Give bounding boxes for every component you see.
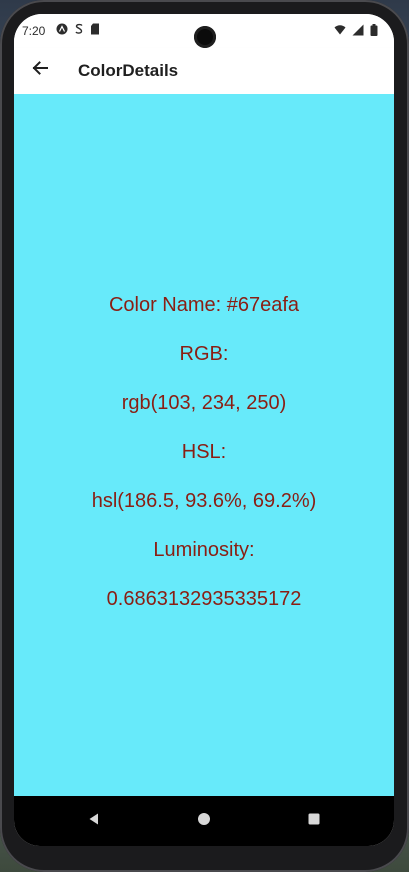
- hsl-value: hsl(186.5, 93.6%, 69.2%): [91, 490, 317, 512]
- home-circle-icon: [197, 812, 211, 831]
- signal-icon: [352, 24, 364, 39]
- nav-home-button[interactable]: [194, 811, 214, 831]
- s-app-icon: [74, 23, 84, 38]
- status-icons-left: [56, 23, 100, 38]
- arrow-back-icon: [31, 59, 49, 82]
- color-details-panel: Color Name: #67eafa RGB: rgb(103, 234, 2…: [14, 94, 394, 796]
- status-icons-right: [334, 24, 378, 39]
- battery-icon: [370, 24, 378, 39]
- color-name-text: Color Name: #67eafa: [108, 294, 300, 316]
- front-camera: [194, 26, 216, 48]
- nav-back-button[interactable]: [84, 811, 104, 831]
- luminosity-label: Luminosity:: [153, 539, 255, 561]
- app-bar: ColorDetails: [14, 48, 394, 95]
- recents-square-icon: [307, 812, 321, 831]
- color-details-list: Color Name: #67eafa RGB: rgb(103, 234, 2…: [14, 281, 394, 624]
- rgb-label: RGB:: [179, 343, 229, 365]
- hsl-label: HSL:: [181, 441, 227, 463]
- a-app-icon: [56, 23, 68, 38]
- rgb-value: rgb(103, 234, 250): [121, 392, 287, 414]
- nav-recents-button[interactable]: [304, 811, 324, 831]
- system-navigation-bar: [14, 796, 394, 846]
- status-time: 7:20: [22, 24, 46, 38]
- page-title: ColorDetails: [78, 61, 179, 80]
- phone-frame: 7:20 ColorDetails Color Name: #67eafa RG…: [0, 0, 409, 872]
- luminosity-value: 0.6863132935335172: [106, 588, 302, 610]
- phone-screen: 7:20 ColorDetails Color Name: #67eafa RG…: [14, 14, 394, 846]
- back-triangle-icon: [87, 812, 101, 831]
- sd-card-icon: [90, 23, 100, 38]
- wifi-icon: [334, 24, 346, 39]
- back-button[interactable]: [28, 58, 52, 82]
- status-bar: 7:20: [14, 14, 394, 48]
